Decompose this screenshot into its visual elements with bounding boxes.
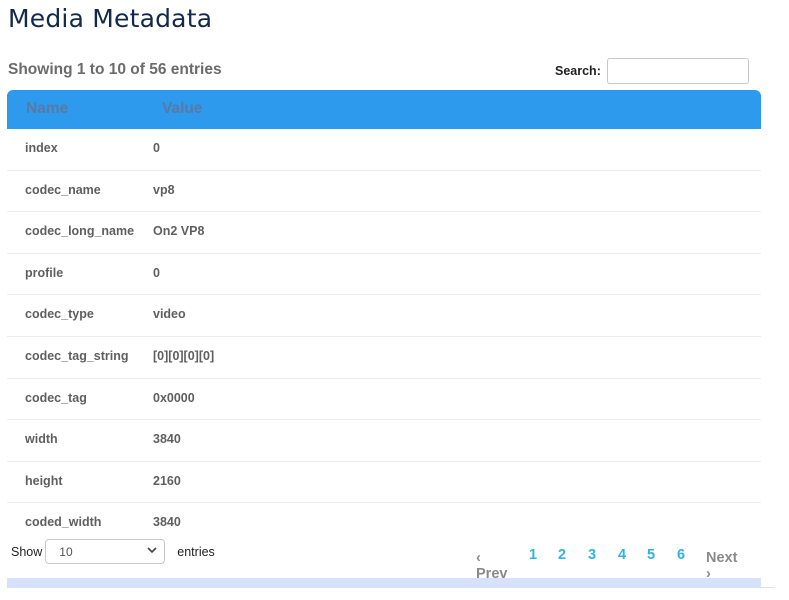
page-1-link[interactable]: 1 <box>529 547 537 563</box>
cell-value: 3840 <box>153 432 181 447</box>
show-label: Show <box>11 544 43 559</box>
page-title: Media Metadata <box>8 4 213 33</box>
cell-name: codec_type <box>25 307 94 322</box>
chevron-down-icon <box>146 543 158 560</box>
metadata-table: Name Value index 0 codec_name vp8 codec_… <box>7 90 761 544</box>
table-row: height 2160 <box>7 462 761 504</box>
table-row: codec_type video <box>7 295 761 337</box>
cell-name: codec_tag <box>25 390 87 405</box>
cell-name: height <box>25 473 63 488</box>
search-label: Search: <box>555 64 601 78</box>
column-header-value[interactable]: Value <box>162 100 203 118</box>
entries-per-page-select[interactable]: 10 <box>45 539 166 564</box>
page-3-link[interactable]: 3 <box>588 547 596 563</box>
cell-name: codec_name <box>25 182 101 197</box>
cell-value: 0x0000 <box>153 390 195 405</box>
entries-select-value: 10 <box>59 545 73 559</box>
cell-value: On2 VP8 <box>153 224 205 239</box>
page-4-link[interactable]: 4 <box>618 547 626 563</box>
cell-name: codec_tag_string <box>25 348 129 363</box>
cell-name: codec_long_name <box>25 224 135 239</box>
cell-value: 2160 <box>153 473 181 488</box>
table-row: width 3840 <box>7 420 761 462</box>
cell-value: [0][0][0][0] <box>153 348 215 363</box>
page-5-link[interactable]: 5 <box>647 547 655 563</box>
horizontal-scrollbar[interactable] <box>7 578 761 588</box>
entries-label: entries <box>177 544 215 559</box>
cell-name: profile <box>25 265 64 280</box>
page-2-link[interactable]: 2 <box>558 547 566 563</box>
table-row: profile 0 <box>7 254 761 296</box>
entries-summary: Showing 1 to 10 of 56 entries <box>8 61 222 78</box>
table-row: codec_tag_string [0][0][0][0] <box>7 337 761 379</box>
table-row: coded_width 3840 <box>7 503 761 544</box>
cell-value: 0 <box>153 141 160 155</box>
cell-name: coded_width <box>25 515 102 530</box>
page-length-control: Show 10 entries <box>11 539 215 564</box>
cell-value: vp8 <box>153 182 175 197</box>
column-header-name[interactable]: Name <box>26 100 68 118</box>
table-row: codec_name vp8 <box>7 171 761 213</box>
cell-value: video <box>153 307 186 322</box>
divider <box>761 587 775 588</box>
table-row: index 0 <box>7 129 761 171</box>
table-row: codec_tag 0x0000 <box>7 379 761 421</box>
table-header: Name Value <box>7 90 761 129</box>
table-row: codec_long_name On2 VP8 <box>7 212 761 254</box>
search-box: Search: <box>555 58 749 84</box>
cell-value: 0 <box>153 265 160 280</box>
search-input[interactable] <box>606 58 749 84</box>
cell-name: index <box>25 141 58 155</box>
page-6-link[interactable]: 6 <box>677 547 685 563</box>
cell-name: width <box>25 432 58 447</box>
cell-value: 3840 <box>153 515 181 530</box>
table-body: index 0 codec_name vp8 codec_long_name O… <box>7 129 761 544</box>
